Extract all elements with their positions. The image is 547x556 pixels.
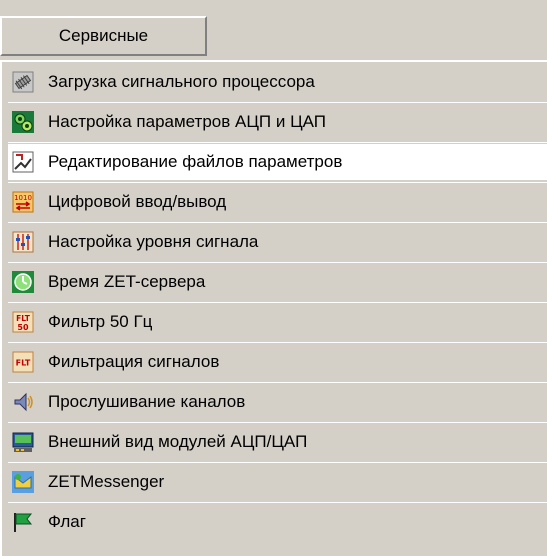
- menu-item-label: Фильтр 50 Гц: [48, 312, 153, 331]
- menu-item-label: Флаг: [48, 512, 86, 531]
- menu-item-signal-filtering[interactable]: FLT Фильтрация сигналов: [8, 344, 547, 383]
- separator: [8, 262, 547, 263]
- flt-50-icon: FLT 50: [12, 311, 34, 333]
- sliders-icon: [12, 231, 34, 253]
- menu-item-digital-io[interactable]: 1010 Цифровой ввод/вывод: [8, 184, 547, 223]
- svg-text:FLT: FLT: [16, 314, 31, 323]
- menu-item-dsp-load[interactable]: Загрузка сигнального процессора: [8, 64, 547, 103]
- menu-item-edit-param-files[interactable]: Редактирование файлов параметров: [8, 144, 547, 183]
- svg-text:1010: 1010: [14, 194, 32, 202]
- module-icon: [12, 431, 34, 453]
- clock-icon: [12, 271, 34, 293]
- edit-files-icon: [12, 151, 34, 173]
- menu-item-adc-dac-settings[interactable]: Настройка параметров АЦП и ЦАП: [8, 104, 547, 143]
- menu-item-channel-listening[interactable]: Прослушивание каналов: [8, 384, 547, 423]
- separator: [8, 462, 547, 463]
- menu-item-label: ZETMessenger: [48, 472, 165, 491]
- menu-item-signal-level[interactable]: Настройка уровня сигнала: [8, 224, 547, 263]
- speaker-icon: [12, 391, 34, 413]
- separator: [8, 502, 547, 503]
- menu-item-zetmessenger[interactable]: ZETMessenger: [8, 464, 547, 503]
- separator: [8, 382, 547, 383]
- digital-io-icon: 1010: [12, 191, 34, 213]
- menu-item-label: Загрузка сигнального процессора: [48, 72, 315, 91]
- menu-item-label: Редактирование файлов параметров: [48, 152, 343, 171]
- menu-item-label: Цифровой ввод/вывод: [48, 192, 227, 211]
- messenger-icon: [12, 471, 34, 493]
- separator: [8, 422, 547, 423]
- window-frame: Сервисные Загрузка сигнального процессор…: [0, 0, 547, 556]
- flt-icon: FLT: [12, 351, 34, 373]
- menu-tab-label: Сервисные: [58, 26, 149, 45]
- separator: [8, 182, 547, 183]
- menu-item-label: Настройка уровня сигнала: [48, 232, 259, 251]
- separator: [8, 222, 547, 223]
- flag-icon: [12, 511, 34, 533]
- menu-item-label: Время ZET-сервера: [48, 272, 206, 291]
- menu-item-label: Прослушивание каналов: [48, 392, 246, 411]
- separator: [8, 302, 547, 303]
- menu-item-label: Фильтрация сигналов: [48, 352, 220, 371]
- menu-item-label: Внешний вид модулей АЦП/ЦАП: [48, 432, 308, 451]
- menu-bar: Сервисные: [0, 16, 547, 58]
- menu-item-zet-server-time[interactable]: Время ZET-сервера: [8, 264, 547, 303]
- separator: [8, 142, 547, 143]
- svg-text:50: 50: [17, 323, 29, 332]
- menu-item-module-appearance[interactable]: Внешний вид модулей АЦП/ЦАП: [8, 424, 547, 463]
- menu-item-flag[interactable]: Флаг: [8, 504, 547, 540]
- menu-item-filter-50hz[interactable]: FLT 50 Фильтр 50 Гц: [8, 304, 547, 343]
- separator: [8, 102, 547, 103]
- menu-tab-servisnye[interactable]: Сервисные: [0, 16, 207, 56]
- svg-text:FLT: FLT: [16, 359, 31, 368]
- gears-icon: [12, 111, 34, 133]
- menu-item-label: Настройка параметров АЦП и ЦАП: [48, 112, 327, 131]
- dropdown-menu: Загрузка сигнального процессора Настройк…: [0, 60, 547, 556]
- chip-icon: [12, 71, 34, 93]
- separator: [8, 342, 547, 343]
